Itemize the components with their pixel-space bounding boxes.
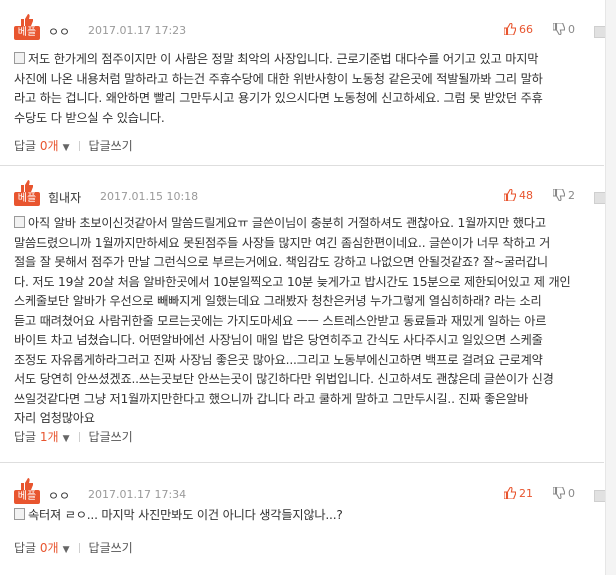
comment-line: 아직 알바 초보이신것같아서 말씀드릴게요ㅠ 글쓴이님이 충분히 거절하셔도 괜…	[14, 214, 596, 234]
comment-line: 저도 한가게의 점주이지만 이 사람은 정말 최악의 사장입니다. 근로기준법 …	[14, 50, 596, 70]
comment-date: 2017.01.15 10:18	[100, 190, 199, 203]
divider	[78, 432, 80, 442]
comment-line: 라고 하는 겁니다. 왜안하면 빨리 그만두시고 용기가 있으시다면 노동청에 …	[14, 91, 543, 105]
reply-toggle[interactable]: 답글 1개 ▼	[14, 430, 70, 444]
dislike-button[interactable]: 2	[552, 188, 575, 202]
comment-body: 저도 한가게의 점주이지만 이 사람은 정말 최악의 사장입니다. 근로기준법 …	[14, 50, 596, 128]
comment-header: 베플 힘내자 2017.01.15 10:18 48 2	[14, 180, 606, 210]
thumbs-up-icon	[503, 188, 517, 202]
divider	[78, 141, 80, 151]
reply-toggle[interactable]: 답글 0개 ▼	[14, 541, 70, 555]
comment-line: 쓰일것같다면 그냥 저1월까지만한다고 했으니까 갑니다 라고 쿨하게 말하고 …	[14, 391, 529, 406]
comment-actions: 답글 1개 ▼ 답글쓰기	[14, 428, 133, 445]
comment-line: 듣고 때려쳤어요 사람귀한줄 모르는곳에는 가지도마세요 ㅡㅡ 스트레스안받고 …	[14, 313, 547, 328]
author-name[interactable]: ㅇㅇ	[48, 487, 70, 504]
best-badge: 베플	[14, 478, 40, 506]
write-reply-button[interactable]: 답글쓰기	[89, 139, 133, 153]
reply-count: 0개	[39, 139, 59, 153]
reply-toggle[interactable]: 답글 0개 ▼	[14, 139, 70, 153]
dislike-button[interactable]: 0	[552, 22, 575, 36]
comment-date: 2017.01.17 17:34	[88, 488, 187, 501]
chevron-down-icon: ▼	[62, 143, 70, 153]
comment-line: 스케줄보단 알바가 우선으로 빼빠지게 일했는데요 그래봤자 청찬은커녕 누가그…	[14, 294, 542, 308]
comment-1: 베플 ㅇㅇ 2017.01.17 17:23 66 0 저도 한가게의 점주이지…	[0, 14, 606, 164]
write-reply-button[interactable]: 답글쓰기	[89, 541, 133, 555]
comment-3: 베플 ㅇㅇ 2017.01.17 17:34 21 0 속터져 ㄹㅇ... 마지…	[0, 478, 606, 568]
comment-line: 절을 잘 못해서 점주가 만날 그런식으로 부르는거에요. 책임감도 강하고 나…	[14, 255, 548, 269]
write-reply-button[interactable]: 답글쓰기	[89, 430, 133, 444]
comment-body: 아직 알바 초보이신것같아서 말씀드릴게요ㅠ 글쓴이님이 충분히 거절하셔도 괜…	[14, 214, 596, 429]
thumbs-down-icon	[552, 486, 566, 500]
like-button[interactable]: 66	[503, 22, 533, 36]
comment-actions: 답글 0개 ▼ 답글쓰기	[14, 137, 133, 154]
reply-count: 0개	[39, 541, 59, 555]
comment-line: 수당도 다 받으실 수 있습니다.	[14, 110, 165, 125]
comment-line: 사진에 나온 내용처럼 말하라고 하는건 주휴수당에 대한 위반사항이 노동청 …	[14, 71, 543, 86]
comment-header: 베플 ㅇㅇ 2017.01.17 17:23 66 0	[14, 14, 606, 44]
author-name[interactable]: ㅇㅇ	[48, 23, 70, 40]
comment-line: 서도 당연히 안쓰셨겠죠..쓰는곳보단 안쓰는곳이 많긴하다만 위법입니다. 신…	[14, 372, 554, 386]
thumbs-up-icon	[503, 22, 517, 36]
comment-header: 베플 ㅇㅇ 2017.01.17 17:34 21 0	[14, 478, 606, 508]
dislike-count: 0	[568, 23, 575, 36]
dislike-count: 0	[568, 487, 575, 500]
chevron-down-icon: ▼	[62, 545, 70, 555]
comment-line: 조정도 자유롭게하라그러고 진짜 사장님 좋은곳 많아요...그리고 노동부에신…	[14, 352, 543, 367]
best-badge: 베플	[14, 14, 40, 42]
thumbs-down-icon	[552, 188, 566, 202]
dislike-button[interactable]: 0	[552, 486, 575, 500]
dislike-count: 2	[568, 189, 575, 202]
like-count: 21	[519, 487, 533, 500]
author-name[interactable]: 힘내자	[48, 189, 81, 206]
comment-2: 베플 힘내자 2017.01.15 10:18 48 2 아직 알바 초보이신것…	[0, 180, 606, 455]
thumbs-up-icon	[21, 478, 33, 490]
comment-line: 말씀드렸으니까 1월까지만하세요 못된점주들 사장들 많지만 여긴 좀심한편이네…	[14, 235, 551, 250]
document-icon	[14, 508, 25, 520]
reply-count: 1개	[39, 430, 59, 444]
best-badge: 베플	[14, 180, 40, 208]
comment-divider	[0, 165, 604, 166]
thumbs-up-icon	[503, 486, 517, 500]
like-button[interactable]: 48	[503, 188, 533, 202]
comment-date: 2017.01.17 17:23	[88, 24, 187, 37]
comment-line: 속터져 ㄹㅇ... 마지막 사진만봐도 이건 아니다 생각들지않나...?	[14, 506, 596, 526]
comment-body: 속터져 ㄹㅇ... 마지막 사진만봐도 이건 아니다 생각들지않나...?	[14, 506, 596, 526]
comment-line: 다. 저도 19살 20살 처음 알바한곳에서 10분일찍오고 10분 늦게가고…	[14, 274, 571, 289]
like-button[interactable]: 21	[503, 486, 533, 500]
document-icon	[14, 216, 25, 228]
comment-actions: 답글 0개 ▼ 답글쓰기	[14, 539, 133, 556]
comment-divider	[0, 462, 604, 463]
scrollbar[interactable]	[605, 0, 616, 575]
comment-line: 자리 엄청많아요	[14, 411, 95, 425]
divider	[78, 543, 80, 553]
thumbs-down-icon	[552, 22, 566, 36]
like-count: 66	[519, 23, 533, 36]
thumbs-up-icon	[21, 14, 33, 26]
chevron-down-icon: ▼	[62, 434, 70, 444]
comment-line: 바이트 차고 넘쳤습니다. 어떤알바에선 사장님이 매일 밥은 당연히주고 간식…	[14, 333, 543, 347]
document-icon	[14, 52, 25, 64]
thumbs-up-icon	[21, 180, 33, 192]
like-count: 48	[519, 189, 533, 202]
